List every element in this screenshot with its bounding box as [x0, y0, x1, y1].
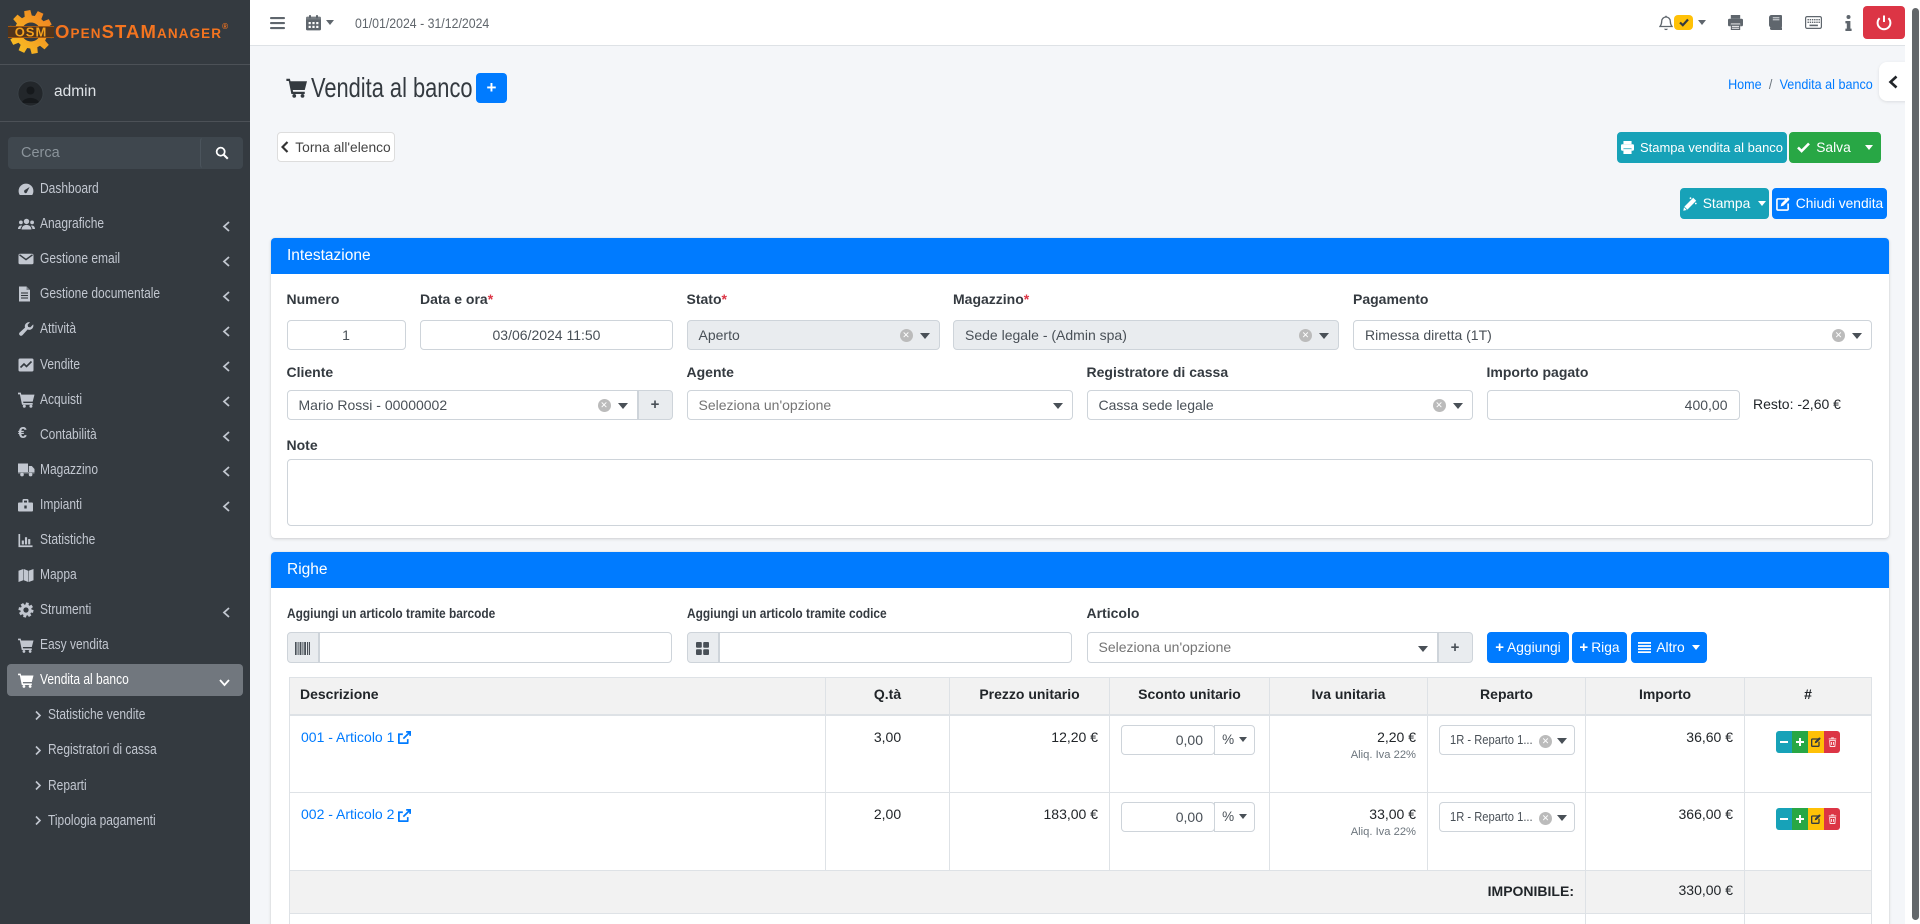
- svg-text:OSM: OSM: [15, 25, 48, 40]
